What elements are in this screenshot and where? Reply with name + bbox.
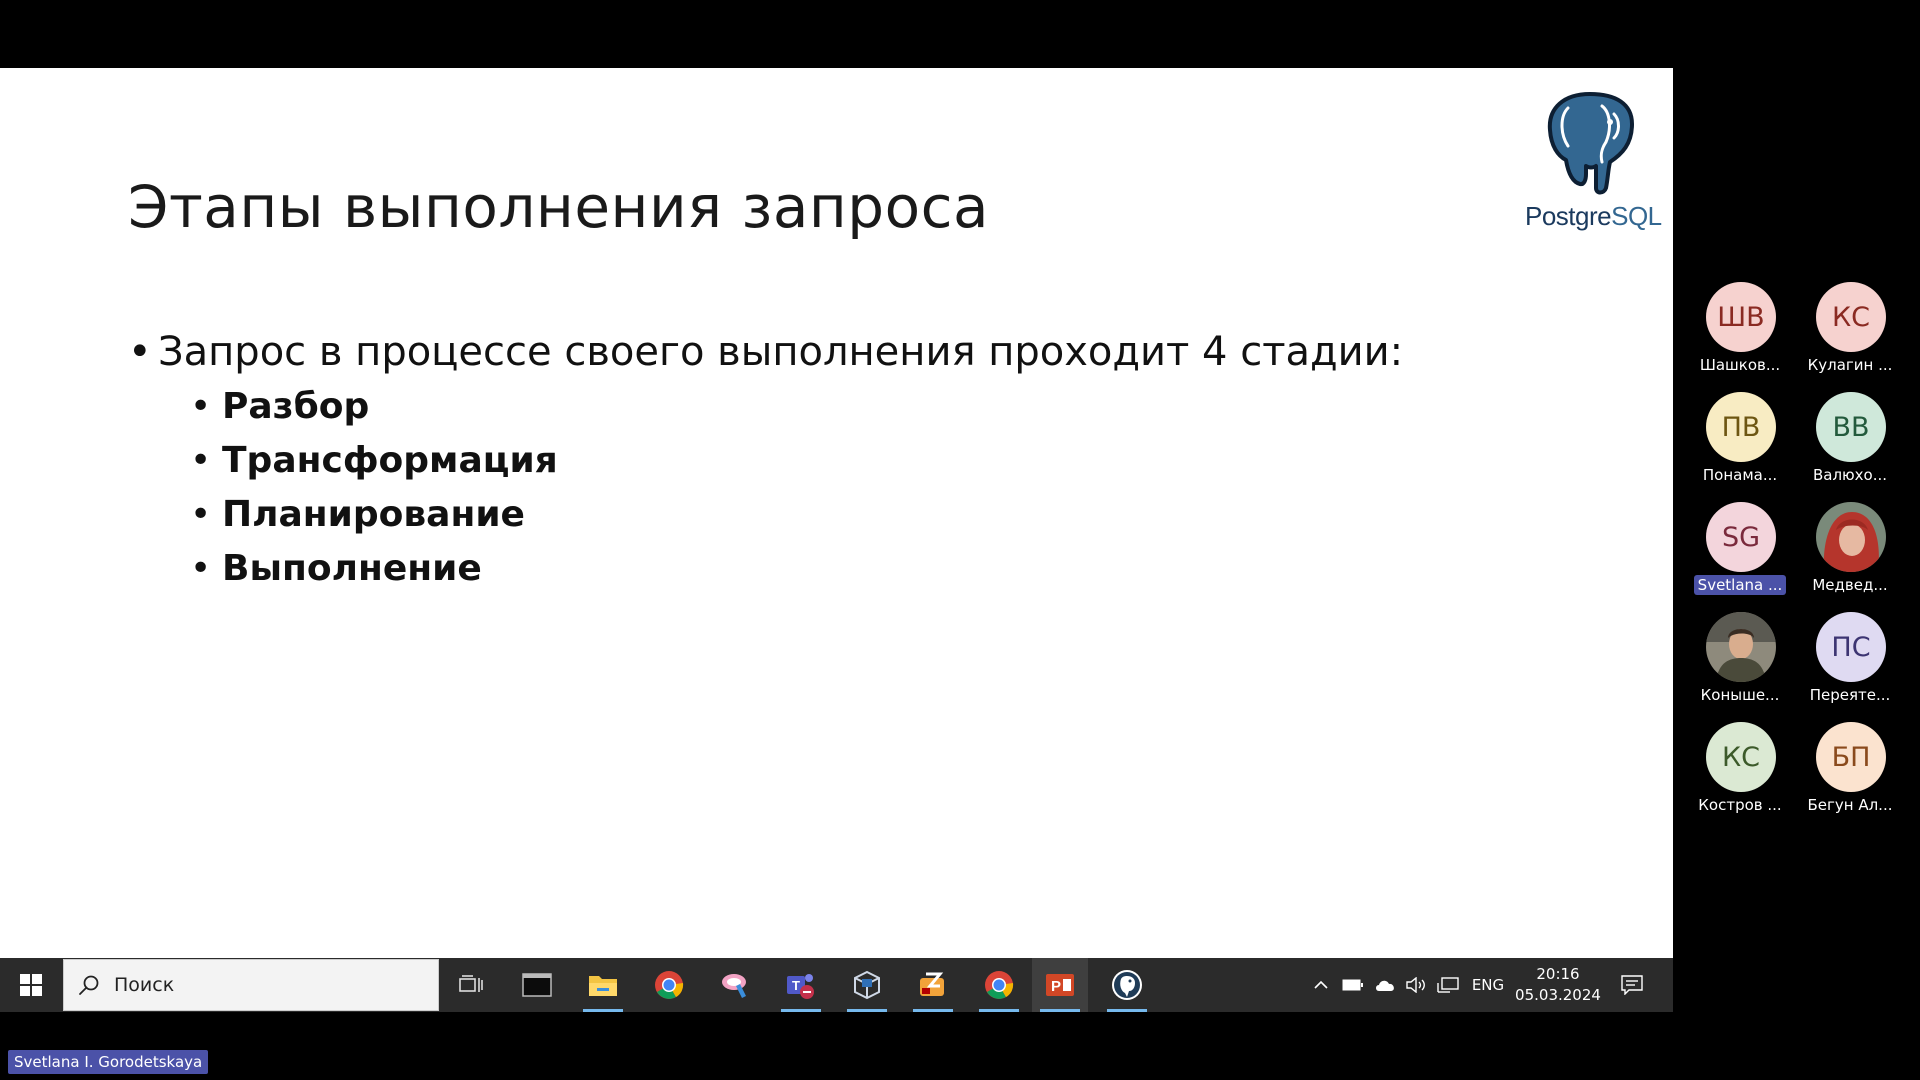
avatar: ПС (1816, 612, 1886, 682)
avatar: ПВ (1706, 392, 1776, 462)
participant-tile[interactable]: БП Бегун Ал... (1800, 722, 1900, 818)
participant-name: Медвед... (1812, 576, 1888, 594)
participant-tile[interactable]: Коныше... (1690, 612, 1790, 708)
windows-taskbar: Поиск T P ENG 20:16 05.03.2024 (0, 958, 1673, 1012)
teams-app-button[interactable]: T (773, 958, 829, 1012)
participant-name: Валюхо... (1812, 466, 1888, 484)
paint-3d-icon (722, 974, 746, 998)
search-placeholder: Поиск (114, 974, 175, 996)
taskbar-search-box[interactable]: Поиск (63, 959, 439, 1011)
folder-icon (589, 976, 617, 996)
file-explorer-app-button[interactable] (575, 958, 631, 1012)
chevron-up-icon (1314, 980, 1328, 989)
onedrive-tray-button[interactable] (1372, 958, 1398, 1012)
avatar: БП (1816, 722, 1886, 792)
participant-name: Переяте... (1809, 686, 1891, 704)
svg-text:T: T (792, 978, 800, 993)
participant-tile[interactable]: SG Svetlana ... (1690, 502, 1790, 598)
participant-name: Шашков... (1699, 356, 1781, 374)
participant-tile[interactable]: КС Костров ... (1690, 722, 1790, 818)
sub-bullet-execute: Выполнение (190, 542, 1403, 596)
pgadmin-app-button[interactable] (1099, 958, 1155, 1012)
avatar: ШВ (1706, 282, 1776, 352)
sub-bullet-list: Разбор Трансформация Планирование Выполн… (190, 380, 1403, 596)
avatar-photo (1706, 612, 1776, 682)
search-icon (79, 975, 99, 995)
slide-bullet-list: Запрос в процессе своего выполнения прох… (128, 326, 1403, 596)
cloud-icon (1376, 980, 1394, 991)
paint-3d-app-button[interactable] (707, 958, 763, 1012)
network-monitor-icon (1437, 977, 1459, 993)
volume-tray-button[interactable] (1403, 958, 1429, 1012)
filezilla-icon (920, 972, 944, 996)
participant-name: Бегун Ал... (1807, 796, 1893, 814)
show-hidden-icons-button[interactable] (1308, 958, 1334, 1012)
participant-name: Кулагин ... (1807, 356, 1893, 374)
virtualbox-app-button[interactable] (839, 958, 895, 1012)
task-view-icon (459, 975, 483, 992)
task-view-button[interactable] (443, 958, 499, 1012)
windows-logo-icon (20, 974, 42, 996)
svg-text:P: P (1051, 978, 1061, 995)
participant-tile[interactable]: ШВ Шашков... (1690, 282, 1790, 378)
main-bullet: Запрос в процессе своего выполнения прох… (128, 326, 1403, 378)
chrome-app-button[interactable] (641, 958, 697, 1012)
filezilla-app-button[interactable] (905, 958, 961, 1012)
powerpoint-icon: P (1046, 974, 1074, 996)
battery-tray-button[interactable] (1340, 958, 1366, 1012)
postgresql-elephant-icon (1547, 92, 1634, 195)
postgresql-wordmark: PostgreSQL (1525, 201, 1662, 231)
virtualbox-icon (854, 970, 880, 1000)
powerpoint-app-button[interactable]: P (1032, 958, 1088, 1012)
taskbar-clock[interactable]: 20:16 05.03.2024 (1510, 964, 1606, 1006)
slide-title: Этапы выполнения запроса (128, 173, 990, 241)
participant-tile[interactable]: Медвед... (1800, 502, 1900, 598)
presentation-slide: Этапы выполнения запроса PostgreSQL Запр… (0, 68, 1673, 958)
participant-name: Svetlana ... (1694, 575, 1786, 595)
participant-name: Понама... (1702, 466, 1778, 484)
chrome-icon (655, 971, 684, 999)
participant-name: Костров ... (1698, 796, 1782, 814)
network-tray-button[interactable] (1435, 958, 1461, 1012)
terminal-app-button[interactable] (509, 958, 565, 1012)
sub-bullet-plan: Планирование (190, 488, 1403, 542)
avatar: ВВ (1816, 392, 1886, 462)
terminal-icon (522, 973, 552, 997)
participant-tile[interactable]: КС Кулагин ... (1800, 282, 1900, 378)
active-speaker-label: Svetlana I. Gorodetskaya (8, 1050, 209, 1074)
pgadmin-elephant-icon (1112, 970, 1142, 1000)
chrome-icon (985, 971, 1014, 999)
sub-bullet-parse: Разбор (190, 380, 1403, 434)
sub-bullet-transform: Трансформация (190, 434, 1403, 488)
participant-tile[interactable]: ПС Переяте... (1800, 612, 1900, 708)
chrome-app-button-2[interactable] (971, 958, 1027, 1012)
avatar-photo (1816, 502, 1886, 572)
avatar: SG (1706, 502, 1776, 572)
input-language-button[interactable]: ENG (1468, 958, 1508, 1012)
clock-date: 05.03.2024 (1515, 986, 1601, 1004)
battery-icon (1342, 979, 1363, 991)
shared-screen: Этапы выполнения запроса PostgreSQL Запр… (0, 68, 1673, 1012)
participant-tile[interactable]: ПВ Понама... (1690, 392, 1790, 488)
speaker-volume-icon (1406, 977, 1425, 993)
teams-icon: T (787, 974, 814, 999)
action-center-button[interactable] (1614, 958, 1650, 1012)
avatar: КС (1816, 282, 1886, 352)
participant-name: Коныше... (1700, 686, 1780, 704)
postgresql-logo: PostgreSQL (1518, 88, 1668, 238)
avatar: КС (1706, 722, 1776, 792)
notification-icon (1621, 975, 1643, 995)
start-button[interactable] (0, 958, 62, 1012)
clock-time: 20:16 (1536, 965, 1580, 983)
participant-tile[interactable]: ВВ Валюхо... (1800, 392, 1900, 488)
